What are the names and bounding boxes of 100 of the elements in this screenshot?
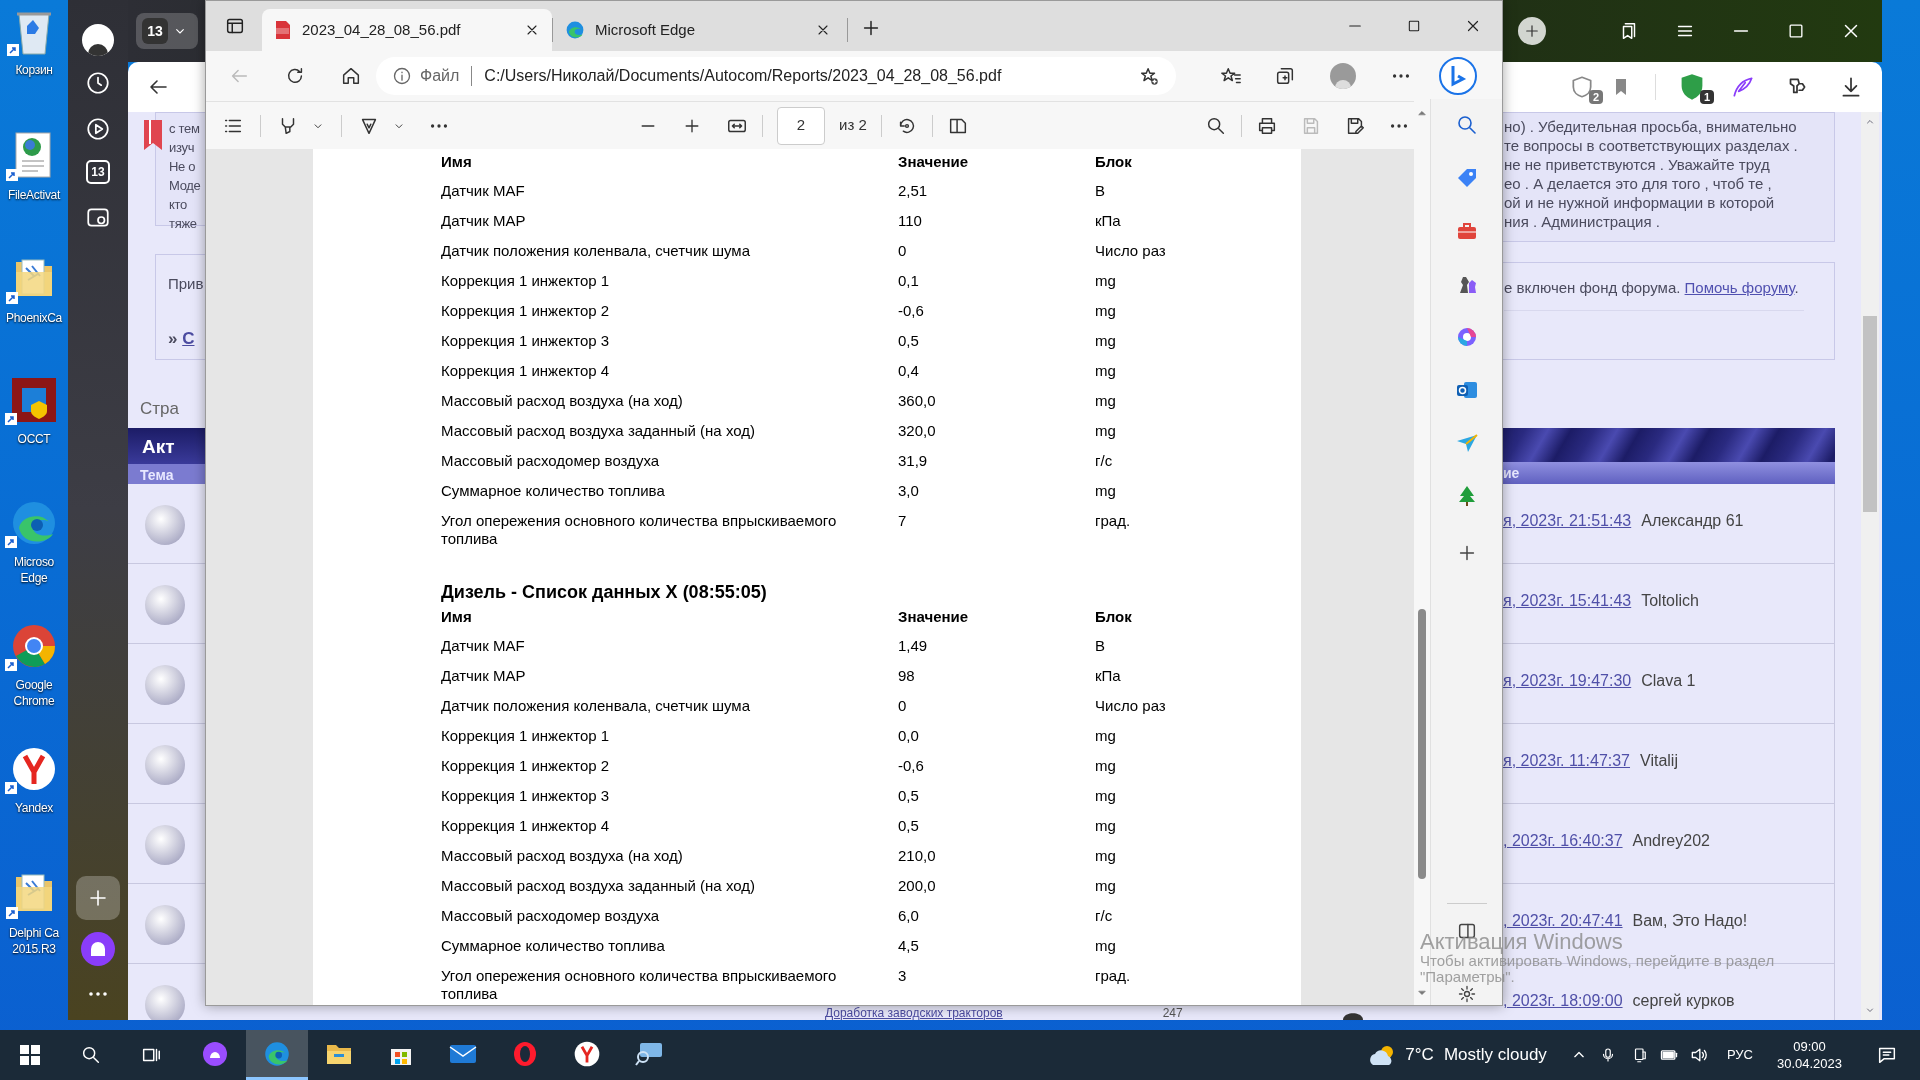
parameter-name: Коррекция 1 инжектор 4 [441,815,611,836]
parameter-name: Датчик MAP [441,665,527,686]
date-link[interactable]: , 2023г. 18:09:00 [1503,992,1623,1010]
notice-text: Не о [169,158,197,176]
scrollbar-thumb[interactable] [1418,609,1426,879]
desktop-icon-label[interactable]: Google Chrome [13,677,55,709]
parameter-name: Датчик положения коленвала, счетчик шума [441,695,752,716]
bookmark-ribbon-icon[interactable] [144,120,162,150]
parameter-name: Массовый расход воздуха (на ход) [441,845,684,866]
shortcut-arrow-icon [6,169,18,181]
parameter-name: Массовый расходомер воздуха [441,905,661,926]
date-link[interactable]: , 2023г. 20:47:41 [1503,912,1623,930]
parameter-unit: mg [1095,390,1116,411]
parameter-unit: mg [1095,330,1116,351]
weather-temperature[interactable]: 7°C [1405,1042,1434,1068]
scrollbar-thumb[interactable] [1863,316,1877,512]
desktop-icon-label[interactable]: PhoenixCa [6,310,62,326]
protect-shield-icon[interactable] [1569,74,1595,100]
fund-text: . [1794,279,1799,296]
parameter-unit: mg [1095,755,1116,776]
tabs-counter-button[interactable]: 13 [86,160,110,184]
desktop-icon-label[interactable]: Microso Edge [14,554,54,586]
add-panel-button[interactable] [76,876,120,920]
new-tab-button[interactable] [1518,17,1546,45]
page-count: из 2 [839,115,867,136]
date-link[interactable]: , 2023г. 16:40:37 [1503,832,1623,850]
notice-text: изуч [169,139,196,157]
parameter-value: 0 [898,240,908,261]
date-link[interactable]: я, 2023г. 21:51:43 [1503,512,1632,530]
parameter-name: Суммарное количество топлива [441,480,666,501]
collections-icon[interactable] [1274,65,1296,87]
author-name: Toltolich [1641,592,1699,610]
parameter-unit: mg [1095,845,1116,866]
page-number-field[interactable]: 2 [777,106,825,145]
parameter-value: 0,0 [898,725,920,746]
parameter-value: 200,0 [898,875,937,896]
parameter-name: Суммарное количество топлива [441,935,666,956]
parameter-unit: Число раз [1095,240,1166,261]
parameter-value: 98 [898,665,916,686]
browser-tab[interactable]: Microsoft Edge [553,9,843,51]
parameter-name: Коррекция 1 инжектор 3 [441,785,611,806]
maximize-icon[interactable] [1406,18,1422,34]
help-forum-link[interactable]: Помочь форуму [1684,279,1795,296]
parameter-name: Датчик MAF [441,180,526,201]
edge-logo-icon [565,20,585,40]
profile-avatar[interactable] [82,24,114,56]
desktop-icon-label[interactable]: OCCT [17,431,51,447]
date-link[interactable]: я, 2023г. 19:47:30 [1503,672,1632,690]
parameter-value: 110 [898,210,923,231]
parameter-unit: mg [1095,935,1116,956]
topic-icon [144,584,186,626]
parameter-unit: Число раз [1095,695,1166,716]
desktop-icon-label[interactable]: Delphi Ca 2015.R3 [9,925,59,957]
desktop-icon-label[interactable]: Yandex [15,800,53,816]
parameter-unit: mg [1095,815,1116,836]
forum-link[interactable]: С [182,328,195,348]
home-icon[interactable] [340,65,362,87]
date-link[interactable]: я, 2023г. 15:41:43 [1503,592,1632,610]
clock[interactable]: 09:00 30.04.2023 [1776,1038,1842,1072]
scrollbar[interactable] [1861,112,1879,1020]
browser-tab[interactable]: 2023_04_28_08_56.pdf [262,9,552,51]
assistant-button[interactable] [81,932,115,966]
notice-text: не не приветствуются . Уважайте труд [1503,155,1771,174]
notice-text: ния . Администрация . [1503,212,1661,231]
section-title: Дизель - Список данных X (08:55:05) [441,581,768,604]
address-bar[interactable]: Файл C:/Users/Николай/Documents/Autocom/Reports/2023_04_28_08_56.pdf [376,57,1176,95]
parameter-value: -0,6 [898,755,925,776]
weather-condition[interactable]: Mostly cloudy [1443,1042,1547,1068]
shortcut-arrow-icon [7,44,19,56]
parameter-unit: г/с [1095,450,1113,471]
date-link[interactable]: я, 2023г. 11:47:37 [1503,752,1630,770]
parameter-name: Коррекция 1 инжектор 1 [441,725,611,746]
occt-logo-icon [9,375,59,425]
desktop-icon-label[interactable]: Корзин [15,62,53,78]
video-icon[interactable] [85,116,111,142]
author-name: Vitalij [1640,752,1678,770]
parameter-unit: В [1095,180,1105,201]
parameter-name: Датчик MAF [441,635,526,656]
parameter-value: 4,5 [898,935,920,956]
language-indicator[interactable]: РУС [1726,1045,1753,1065]
parameter-unit: mg [1095,480,1116,501]
parameter-unit: mg [1095,360,1116,381]
parameter-name: Коррекция 1 инжектор 1 [441,270,611,291]
tab-counter-button[interactable]: 13 [136,13,198,49]
parameter-value: -0,6 [898,300,925,321]
settings-icon[interactable] [1456,984,1477,1004]
history-icon[interactable] [85,70,111,96]
bing-chat-icon[interactable] [1438,56,1478,96]
parameter-unit: mg [1095,270,1116,291]
start-button[interactable] [20,1045,40,1065]
column-header: Блок [1095,152,1132,173]
topic-link[interactable]: Доработка заводских тракторов [825,1007,1003,1020]
add-favorite-icon[interactable] [1138,65,1160,87]
column-header: Значение [898,607,970,628]
parameter-value: 360,0 [898,390,937,411]
search-icon[interactable] [80,1044,102,1066]
notice-text: ео . А делается это для того , чтоб те , [1503,174,1773,193]
column-header: Значение [898,152,970,173]
desktop-icon-label[interactable]: FileActivat [7,187,61,203]
parameter-name: Датчик положения коленвала, счетчик шума [441,240,752,261]
